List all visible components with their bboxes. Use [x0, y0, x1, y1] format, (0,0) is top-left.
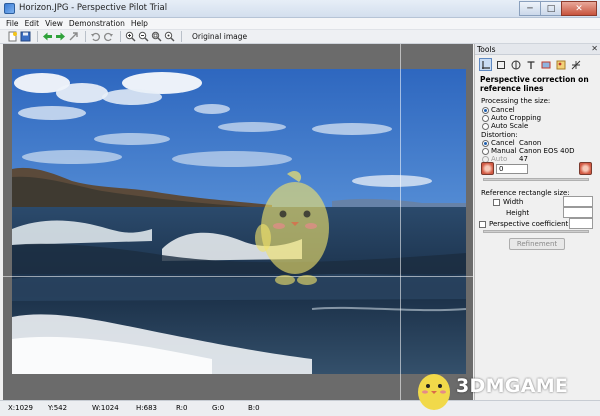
menu-file[interactable]: File — [6, 19, 19, 28]
grid-tool-icon[interactable] — [569, 58, 582, 71]
export-icon[interactable] — [68, 31, 79, 42]
tools-close-button[interactable]: ✕ — [591, 44, 598, 53]
distortion-slider[interactable] — [483, 178, 589, 181]
title-bar: Horizon.JPG - Perspective Pilot Trial ─ … — [0, 0, 600, 18]
processing-auto-cropping-radio[interactable]: Auto Cropping — [482, 114, 541, 122]
tools-panel-title: Tools — [477, 45, 496, 54]
section-title: Perspective correction on reference line… — [480, 75, 589, 93]
processing-auto-scale-radio[interactable]: Auto Scale — [482, 122, 528, 130]
new-icon[interactable] — [7, 31, 18, 42]
minimize-button[interactable]: ─ — [519, 1, 541, 16]
focal-length-value: 47 — [519, 155, 528, 163]
status-width: W:1024 — [92, 404, 119, 412]
toolbar-separator — [181, 31, 182, 42]
width-checkbox[interactable] — [493, 198, 500, 206]
distortion-label: Distortion: — [481, 131, 518, 139]
text-tool-icon[interactable] — [524, 58, 537, 71]
width-label: Width — [503, 198, 524, 206]
status-blue: B:0 — [248, 404, 260, 412]
zoom-in-icon[interactable] — [125, 31, 136, 42]
distortion-right-button[interactable] — [579, 162, 592, 175]
reference-line-horizontal[interactable] — [3, 276, 473, 277]
tool-selector — [479, 58, 584, 72]
status-height: H:683 — [136, 404, 157, 412]
mascot-watermark-image — [253, 166, 335, 296]
photo-horizon — [12, 69, 466, 374]
perspective-slider[interactable] — [483, 230, 589, 233]
rectangle-tool-icon[interactable] — [494, 58, 507, 71]
reference-lines-tool-icon[interactable] — [479, 58, 492, 71]
undo-icon[interactable] — [90, 31, 101, 42]
menu-help[interactable]: Help — [131, 19, 148, 28]
toolbar-separator — [37, 31, 38, 42]
zoom-actual-icon[interactable] — [164, 31, 175, 42]
radio-label: Auto Scale — [491, 122, 529, 130]
maximize-button[interactable]: □ — [540, 1, 562, 16]
menu-view[interactable]: View — [45, 19, 63, 28]
forward-arrow-icon[interactable] — [55, 31, 66, 42]
close-button[interactable]: ✕ — [561, 1, 597, 16]
radio-indicator[interactable] — [482, 122, 489, 130]
status-y: Y:542 — [48, 404, 68, 412]
processing-size-label: Processing the size: — [481, 97, 551, 105]
camera-brand-value: Canon — [519, 139, 542, 147]
radio-label: Cancel — [491, 139, 515, 147]
perspective-coefficient-checkbox[interactable] — [479, 220, 486, 228]
site-watermark: 3DMGAME — [412, 366, 600, 412]
status-red: R:0 — [176, 404, 188, 412]
refinement-button[interactable]: Refinement — [509, 238, 565, 250]
status-green: G:0 — [212, 404, 225, 412]
menu-bar: File Edit View Demonstration Help — [0, 18, 600, 30]
window-title: Horizon.JPG - Perspective Pilot Trial — [19, 3, 168, 13]
height-input[interactable] — [563, 207, 593, 218]
radio-indicator[interactable] — [482, 106, 489, 114]
original-image-button[interactable]: Original image — [192, 32, 247, 41]
toolbar-separator — [120, 31, 121, 42]
reference-width-row[interactable]: Width — [493, 198, 523, 206]
tools-panel: Tools ✕ Perspective correction on refere… — [474, 44, 600, 400]
perspective-coefficient-input[interactable] — [569, 218, 593, 229]
processing-cancel-radio[interactable]: Cancel — [482, 106, 515, 114]
radio-label: Auto Cropping — [491, 114, 542, 122]
toolbar-separator — [85, 31, 86, 42]
distortion-left-button[interactable] — [481, 162, 494, 175]
redo-icon[interactable] — [103, 31, 114, 42]
palette-tool-icon[interactable] — [554, 58, 567, 71]
reference-line-vertical[interactable] — [400, 44, 401, 400]
perspective-coefficient-label: Perspective coefficient — [489, 220, 569, 228]
save-icon[interactable] — [20, 31, 31, 42]
crop-tool-icon[interactable] — [539, 58, 552, 71]
radio-label: Cancel — [491, 106, 515, 114]
distortion-value-input[interactable]: 0 — [496, 164, 528, 174]
perspective-coefficient-row[interactable]: Perspective coefficient — [479, 220, 568, 228]
watermark-mascot-icon — [418, 374, 450, 410]
radio-label: Manual — [491, 147, 517, 155]
zoom-out-icon[interactable] — [138, 31, 149, 42]
reference-size-label: Reference rectangle size: — [481, 189, 570, 197]
radio-indicator[interactable] — [482, 114, 489, 122]
menu-edit[interactable]: Edit — [25, 19, 40, 28]
status-x: X:1029 — [8, 404, 33, 412]
camera-model-value: Canon EOS 40D — [519, 147, 575, 155]
tools-panel-header: Tools ✕ — [475, 44, 600, 55]
lens-tool-icon[interactable] — [509, 58, 522, 71]
watermark-text: 3DMGAME — [456, 375, 569, 397]
menu-demonstration[interactable]: Demonstration — [69, 19, 125, 28]
app-icon — [4, 3, 15, 14]
radio-indicator[interactable] — [482, 139, 489, 147]
distortion-cancel-radio[interactable]: Cancel — [482, 139, 515, 147]
distortion-manual-radio[interactable]: Manual — [482, 147, 516, 155]
radio-indicator[interactable] — [482, 147, 489, 155]
zoom-fit-icon[interactable] — [151, 31, 162, 42]
back-arrow-icon[interactable] — [42, 31, 53, 42]
image-canvas[interactable] — [3, 44, 473, 400]
toolbar: Original image — [0, 30, 600, 44]
width-input[interactable] — [563, 196, 593, 207]
height-label: Height — [506, 209, 530, 217]
window-controls: ─ □ ✕ — [519, 1, 597, 16]
